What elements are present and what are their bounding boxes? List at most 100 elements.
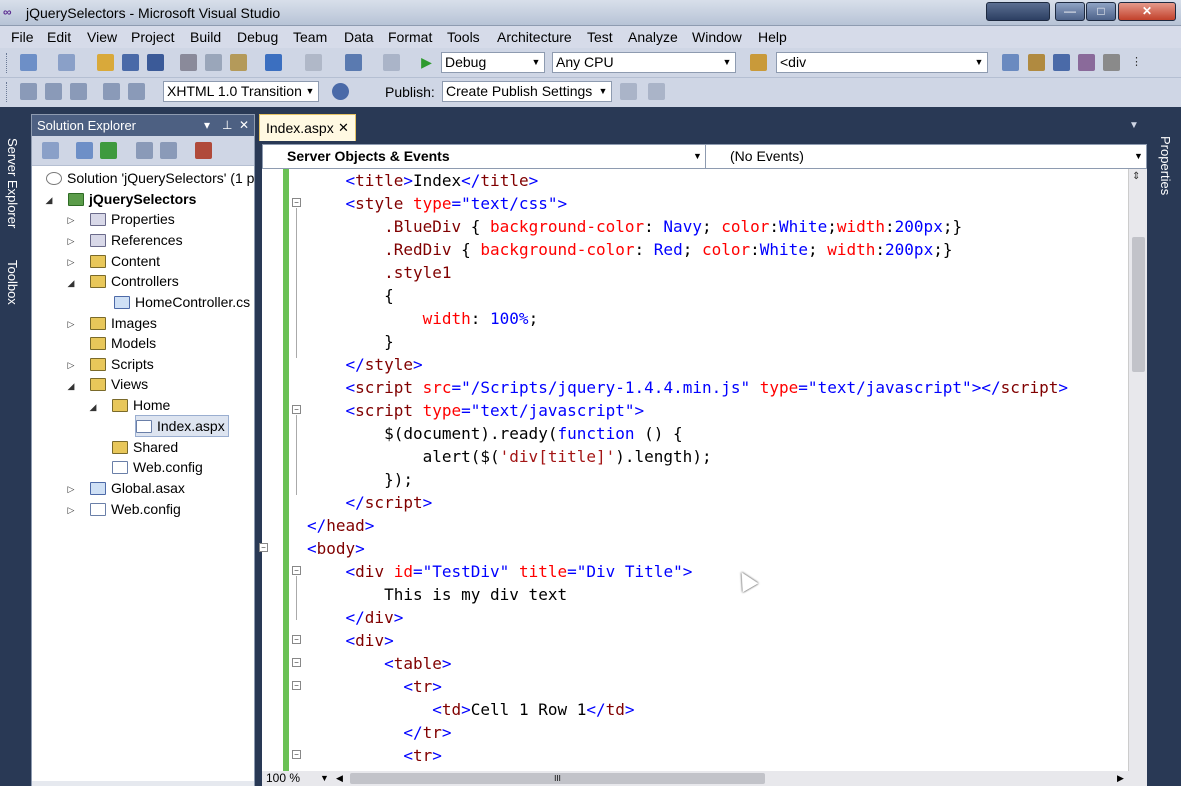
menu-window[interactable]: Window [692, 29, 742, 45]
view-designer-icon[interactable] [160, 142, 177, 159]
properties-icon[interactable] [42, 142, 59, 159]
split-handle-icon[interactable]: ⇕ [1132, 171, 1140, 182]
scroll-right-icon[interactable]: ▶ [1117, 771, 1124, 786]
code-line[interactable]: { [307, 284, 394, 307]
tab-list-dropdown-icon[interactable]: ▼ [1129, 120, 1139, 131]
close-icon[interactable]: ✕ [239, 115, 249, 136]
minimize-button[interactable]: — [1055, 2, 1085, 21]
tree-item-images[interactable]: Images [90, 313, 157, 333]
tree-item-content[interactable]: Content [90, 251, 160, 271]
code-line[interactable]: <tr> [307, 744, 442, 767]
tree-item-models[interactable]: Models [90, 333, 156, 353]
code-line[interactable]: alert($('div[title]').length); [307, 445, 712, 468]
solution-configuration-dropdown[interactable]: Debug ▼ [441, 52, 545, 73]
collapse-table-icon[interactable]: − [292, 658, 301, 667]
code-line[interactable]: </script> [307, 491, 433, 514]
save-all-icon[interactable] [147, 54, 164, 71]
menu-debug[interactable]: Debug [237, 29, 278, 45]
copy-icon[interactable] [205, 54, 222, 71]
tree-item-references[interactable]: References [90, 230, 183, 250]
zoom-dropdown-icon[interactable]: ▼ [320, 771, 329, 786]
collapse-tr-icon[interactable]: − [292, 681, 301, 690]
expand-icon[interactable]: ▷ [66, 505, 76, 516]
code-line[interactable]: <title>Index</title> [307, 169, 539, 192]
properties-tab[interactable]: Properties [1158, 136, 1173, 195]
comment-icon[interactable] [20, 83, 37, 100]
solution-explorer-icon[interactable] [1028, 54, 1045, 71]
tree-item-webconfig[interactable]: Web.config [90, 499, 181, 519]
outdent-icon[interactable] [45, 83, 62, 100]
tree-item-homecontroller[interactable]: HomeController.cs [114, 292, 250, 312]
start-debugging-icon[interactable]: ▶ [418, 54, 435, 71]
collapse-style-icon[interactable]: − [292, 198, 301, 207]
tree-item-views-webconfig[interactable]: Web.config [112, 457, 203, 477]
horizontal-scroll-thumb[interactable]: III [350, 773, 765, 784]
publish-web-icon[interactable] [620, 83, 637, 100]
code-line[interactable]: <style type="text/css"> [307, 192, 568, 215]
code-editor[interactable]: − − − − − − − − <title>Index</title> <st… [259, 169, 1128, 771]
code-line[interactable]: width: 100%; [307, 307, 539, 330]
add-item-icon[interactable] [58, 54, 75, 71]
menu-team[interactable]: Team [293, 29, 327, 45]
expand-icon[interactable]: ▷ [66, 215, 76, 226]
publish-settings-dropdown[interactable]: Create Publish Settings ▼ [442, 81, 612, 102]
save-icon[interactable] [122, 54, 139, 71]
horizontal-scrollbar[interactable] [32, 781, 254, 786]
find-icon[interactable] [1002, 54, 1019, 71]
code-line[interactable]: </div> [307, 606, 404, 629]
properties-window-icon[interactable] [1053, 54, 1070, 71]
navigate-forward-icon[interactable] [383, 54, 400, 71]
toolbox-icon[interactable] [1103, 54, 1120, 71]
toolbox-tab[interactable]: Toolbox [5, 260, 20, 305]
code-line[interactable]: </tr> [307, 721, 451, 744]
menu-data[interactable]: Data [344, 29, 374, 45]
code-line[interactable]: } [307, 330, 394, 353]
expand-icon[interactable]: ▷ [66, 484, 76, 495]
menu-edit[interactable]: Edit [47, 29, 71, 45]
code-line[interactable]: <tr> [307, 675, 442, 698]
menu-project[interactable]: Project [131, 29, 175, 45]
menu-build[interactable]: Build [190, 29, 221, 45]
code-line[interactable]: </style> [307, 353, 423, 376]
window-position-icon[interactable]: ▾ [204, 115, 210, 136]
undo-icon[interactable] [265, 54, 282, 71]
tree-item-controllers[interactable]: Controllers [90, 271, 179, 291]
tree-item-views[interactable]: Views [90, 374, 148, 394]
tree-item-home[interactable]: Home [112, 395, 170, 415]
publish-settings-icon[interactable] [648, 83, 665, 100]
toolbar-grip[interactable] [6, 82, 9, 102]
maximize-button[interactable]: □ [1086, 2, 1116, 21]
find-in-files-icon[interactable] [750, 54, 767, 71]
find-combo[interactable]: <div ▼ [776, 52, 988, 73]
view-class-diagram-icon[interactable] [195, 142, 212, 159]
code-line[interactable]: <script src="/Scripts/jquery-1.4.4.min.j… [307, 376, 1069, 399]
tree-item-shared[interactable]: Shared [112, 437, 178, 457]
collapse-script-icon[interactable]: − [292, 405, 301, 414]
object-dropdown[interactable]: Server Objects & Events ▼ [263, 145, 706, 168]
vertical-scrollbar[interactable]: ⇕ [1128, 169, 1147, 771]
redo-icon[interactable] [305, 54, 322, 71]
vertical-scroll-thumb[interactable] [1132, 237, 1145, 372]
code-line[interactable]: .style1 [307, 261, 451, 284]
menu-help[interactable]: Help [758, 29, 787, 45]
collapse-body-icon[interactable]: − [259, 543, 268, 552]
code-line[interactable]: <td>Cell 1 Row 1</td> [307, 698, 634, 721]
tab-index-aspx[interactable]: Index.aspx ✕ [259, 114, 356, 141]
menu-tools[interactable]: Tools [447, 29, 480, 45]
server-explorer-tab[interactable]: Server Explorer [5, 138, 20, 228]
cut-icon[interactable] [180, 54, 197, 71]
code-line[interactable]: </head> [307, 514, 374, 537]
tree-item-global-asax[interactable]: Global.asax [90, 478, 185, 498]
scroll-left-icon[interactable]: ◀ [336, 771, 343, 786]
uncomment-icon[interactable] [128, 83, 145, 100]
solution-platform-dropdown[interactable]: Any CPU ▼ [552, 52, 736, 73]
tree-item-project[interactable]: jQuerySelectors [68, 189, 196, 209]
menu-architecture[interactable]: Architecture [497, 29, 572, 45]
code-line[interactable]: $(document).ready(function () { [307, 422, 683, 445]
more-tools-icon[interactable]: ⋮ [1128, 54, 1145, 71]
new-project-icon[interactable] [20, 54, 37, 71]
toolbar-grip[interactable] [6, 53, 9, 73]
collapse-div-icon[interactable]: − [292, 566, 301, 575]
collapse-icon[interactable]: ◢ [66, 278, 76, 289]
zoom-level[interactable]: 100 % [266, 771, 300, 786]
